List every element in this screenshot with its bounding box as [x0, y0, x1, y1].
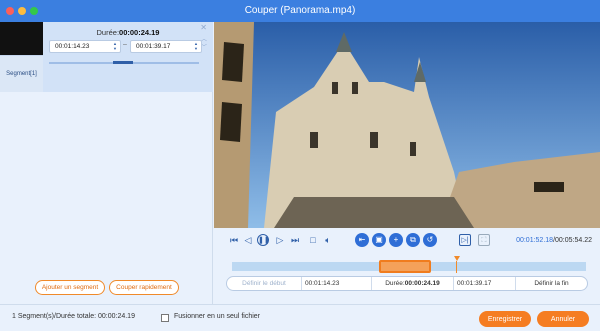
reset-icon[interactable]: ↺ — [423, 233, 437, 247]
jump-forward-icon[interactable]: ▷| — [459, 234, 471, 246]
segment-duration: Durée:00:00:24.19 — [96, 28, 160, 37]
segment-thumbnail[interactable] — [0, 22, 43, 55]
player-controls: ⏮ ◁ ❚❚ ▷ ⏭ □ 🔈︎ ⇤ ▣ + ⧉ ↺ ▷| ⛶ 00:01:52.… — [214, 228, 600, 304]
close-window-button[interactable] — [6, 7, 14, 15]
delete-segment-icon[interactable]: ✕ — [200, 23, 207, 32]
video-frame-image — [214, 22, 600, 228]
window-titlebar: Couper (Panorama.mp4) — [0, 0, 600, 22]
segments-summary: 1 Segment(s)/Durée totale: 00:00:24.19 — [12, 313, 135, 320]
add-cut-icon[interactable]: + — [389, 233, 403, 247]
add-segment-button[interactable]: Ajouter un segment — [35, 280, 105, 295]
merge-label: Fusionner en un seul fichier — [174, 313, 260, 320]
timeline-selected-segment[interactable] — [379, 260, 431, 273]
minimize-window-button[interactable] — [18, 7, 26, 15]
fullscreen-icon[interactable]: ⛶ — [478, 234, 490, 246]
skip-to-end-icon[interactable]: ⏭ — [289, 234, 301, 246]
footer-bar: 1 Segment(s)/Durée totale: 00:00:24.19 F… — [0, 304, 600, 331]
segment-tab[interactable]: Segment[1] — [0, 55, 43, 92]
segment-start-field[interactable]: 00:01:14.23 ▲ ▼ — [49, 40, 121, 53]
segment-panel: Durée:00:00:24.19 ✕ ︿ ﹀ 00:01:14.23 ▲ ▼ – 0… — [43, 22, 213, 92]
pause-icon[interactable]: ❚❚ — [257, 234, 270, 246]
merge-checkbox[interactable] — [161, 314, 169, 322]
stop-icon[interactable]: □ — [307, 234, 319, 246]
trim-start-field[interactable]: 00:01:14.23 — [302, 277, 372, 290]
playhead-line — [456, 261, 457, 273]
cancel-button[interactable]: Annuler — [537, 311, 589, 327]
skip-to-start-icon[interactable]: ⏮ — [228, 234, 240, 246]
stepper-icon[interactable]: ▲ ▼ — [194, 41, 198, 51]
segment-start-tool-icon[interactable]: ⇤ — [355, 233, 369, 247]
set-end-button[interactable]: Définir la fin — [516, 277, 587, 290]
save-button[interactable]: Enregistrer — [479, 311, 531, 327]
trim-duration: Durée:00:00:24.19 — [372, 277, 454, 290]
playback-time: 00:01:52.18/00:05:54.22 — [516, 237, 592, 244]
segment-sidebar: Segment[1] Durée:00:00:24.19 ✕ ︿ ﹀ 00:01:… — [0, 22, 213, 304]
copy-segment-icon[interactable]: ⧉ — [406, 233, 420, 247]
window-title: Couper (Panorama.mp4) — [244, 5, 356, 16]
segment-end-field[interactable]: 00:01:39.17 ▲ ▼ — [130, 40, 202, 53]
trim-row: Définir le début 00:01:14.23 Durée:00:00… — [226, 276, 588, 291]
quick-cut-button[interactable]: Couper rapidement — [109, 280, 179, 295]
maximize-window-button[interactable] — [30, 7, 38, 15]
segment-progress-fill — [113, 61, 133, 64]
next-frame-icon[interactable]: ▷ — [274, 234, 286, 246]
time-separator: – — [123, 41, 127, 48]
set-start-button[interactable]: Définir le début — [227, 277, 302, 290]
segment-split-tool-icon[interactable]: ▣ — [372, 233, 386, 247]
video-preview[interactable] — [214, 22, 600, 228]
previous-frame-icon[interactable]: ◁ — [242, 234, 254, 246]
trim-end-field[interactable]: 00:01:39.17 — [454, 277, 516, 290]
playhead-marker-icon[interactable] — [454, 256, 460, 261]
stepper-icon[interactable]: ▲ ▼ — [113, 41, 117, 51]
volume-icon[interactable]: 🔈︎ — [322, 234, 334, 246]
